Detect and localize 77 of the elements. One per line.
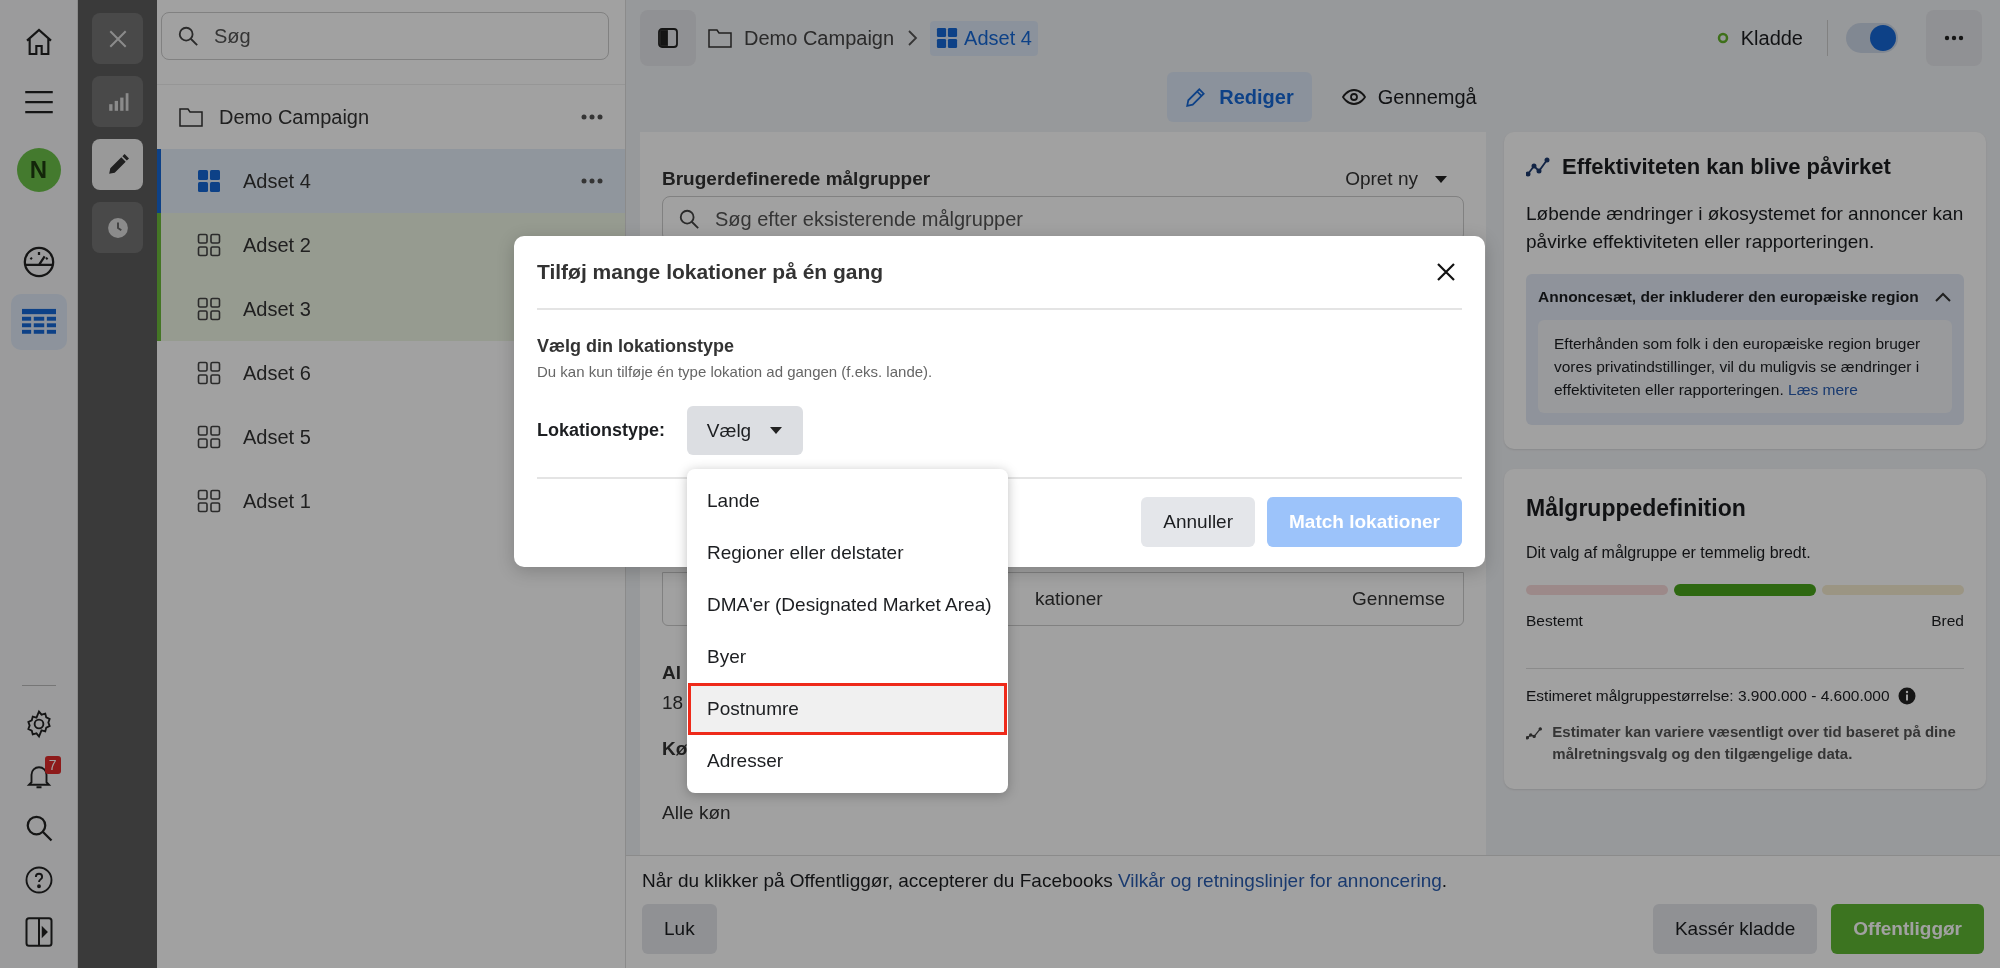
- chevron-icon: [1934, 291, 1952, 303]
- grid-icon: [197, 489, 221, 513]
- campaign-name[interactable]: Demo Campaign: [219, 105, 565, 129]
- gender-value: Alle køn: [662, 802, 731, 824]
- table-button[interactable]: [10, 294, 67, 350]
- note-text: Estimater kan variere væsentligt over tid baseret på dine målretningsvalg og den tilgængelige data.: [1552, 722, 1957, 764]
- menu-icon: [23, 89, 54, 115]
- create-dropdown[interactable]: Opret ny: [1345, 168, 1448, 190]
- age-value: 18: [662, 692, 684, 714]
- edit-button[interactable]: [92, 139, 143, 190]
- card-title: Effektiviteten kan blive påvirket: [1562, 154, 1891, 180]
- bar-chart-icon: [106, 90, 129, 113]
- search-icon: [177, 25, 199, 47]
- trend-icon: [1526, 157, 1550, 177]
- search-icon: [678, 208, 700, 230]
- notifications-button[interactable]: 7: [10, 752, 67, 800]
- table-icon: [21, 308, 56, 336]
- field-label: Kø: [662, 738, 688, 760]
- chevron-right-icon: [906, 29, 919, 47]
- grid-icon: [197, 425, 221, 449]
- menu-item[interactable]: Postnumre: [688, 683, 1007, 735]
- menu-item[interactable]: Adresser: [688, 735, 1007, 787]
- breadcrumb-link[interactable]: Demo Campaign: [744, 26, 895, 50]
- accordion-text: Efterhånden som folk i den europæiske region bruger vores privatindstillinger, vil du muligvis se ændringer i effektiviteten eller rapporteringen. Læs mere: [1554, 334, 1922, 400]
- grid-icon: [197, 361, 221, 385]
- caret-icon: [769, 426, 784, 435]
- adset-item[interactable]: Adset 1: [157, 469, 625, 533]
- clock-icon: [106, 216, 129, 239]
- toggle-switch[interactable]: [1846, 23, 1898, 53]
- grid-icon: [197, 169, 221, 193]
- pencil-icon: [106, 153, 129, 176]
- terms-notice: Når du klikker på Offentliggør, accepterer du Facebooks Vilkår og retningslinjer for annoncering.: [642, 870, 1449, 892]
- cancel-button[interactable]: Annuller: [1141, 497, 1255, 547]
- tab[interactable]: Gennemgå: [1323, 72, 1495, 122]
- sidebar-toggle-button[interactable]: [640, 10, 696, 66]
- more-icon: [581, 114, 603, 120]
- more-icon[interactable]: [581, 178, 603, 184]
- card-text: Løbende ændringer i økosystemet for annoncer kan påvirke effektiviteten eller rapporteringen.: [1526, 202, 1964, 254]
- help-icon: [23, 865, 54, 895]
- discard-draft-button[interactable]: Kassér kladde: [1652, 904, 1818, 954]
- grid-icon: [197, 233, 221, 257]
- caret-icon: [1434, 174, 1448, 184]
- location-type-dropdown[interactable]: Vælg: [687, 406, 803, 455]
- section-title: Brugerdefinerede målgrupper: [662, 168, 931, 190]
- pencil-icon: [1185, 86, 1208, 108]
- more-icon: [1944, 35, 1964, 41]
- close-button[interactable]: Luk: [642, 904, 717, 954]
- folder-icon: [179, 107, 203, 127]
- sidebar-icon: [657, 27, 679, 49]
- card-text: Dit valg af målgruppe er temmelig bredt.: [1526, 544, 1812, 562]
- card-title: Målgruppedefinition: [1526, 495, 1747, 522]
- grid-icon: [197, 297, 221, 321]
- close-icon: [1436, 262, 1456, 282]
- notification-badge: 7: [44, 756, 61, 774]
- read-more-link[interactable]: Læs mere: [1788, 381, 1858, 398]
- field-label: Lokationstype:: [537, 420, 665, 441]
- field-label: Al: [662, 662, 681, 684]
- meter-label: Bestemt: [1526, 612, 1583, 630]
- panel-icon: [24, 917, 53, 947]
- status-label: Kladde: [1740, 26, 1803, 50]
- gauge-icon: [21, 245, 56, 279]
- search-field[interactable]: Søg: [161, 12, 609, 60]
- meter-label: Bred: [1931, 612, 1964, 630]
- accordion-header[interactable]: Annoncesæt, der inkluderer den europæiske region: [1538, 288, 1952, 306]
- info-icon[interactable]: [1897, 687, 1916, 705]
- menu-item[interactable]: Lande: [688, 475, 1007, 527]
- grid-icon: [936, 27, 959, 49]
- eye-icon: [1341, 88, 1366, 106]
- menu-item[interactable]: Byer: [688, 631, 1007, 683]
- folder-icon: [708, 28, 732, 48]
- terms-link[interactable]: Vilkår og retningslinjer for annoncering: [1117, 870, 1442, 891]
- chart-button[interactable]: [92, 76, 143, 127]
- estimate-text: Estimeret målgruppestørrelse: 3.900.000 - 4.600.000: [1526, 687, 1890, 705]
- hint-text: Du kan kun tilføje én type lokation ad gangen (f.eks. lande).: [537, 363, 934, 380]
- history-button[interactable]: [92, 202, 143, 253]
- status-dot-icon: [1716, 32, 1729, 44]
- adset-item[interactable]: Adset 4: [157, 149, 625, 213]
